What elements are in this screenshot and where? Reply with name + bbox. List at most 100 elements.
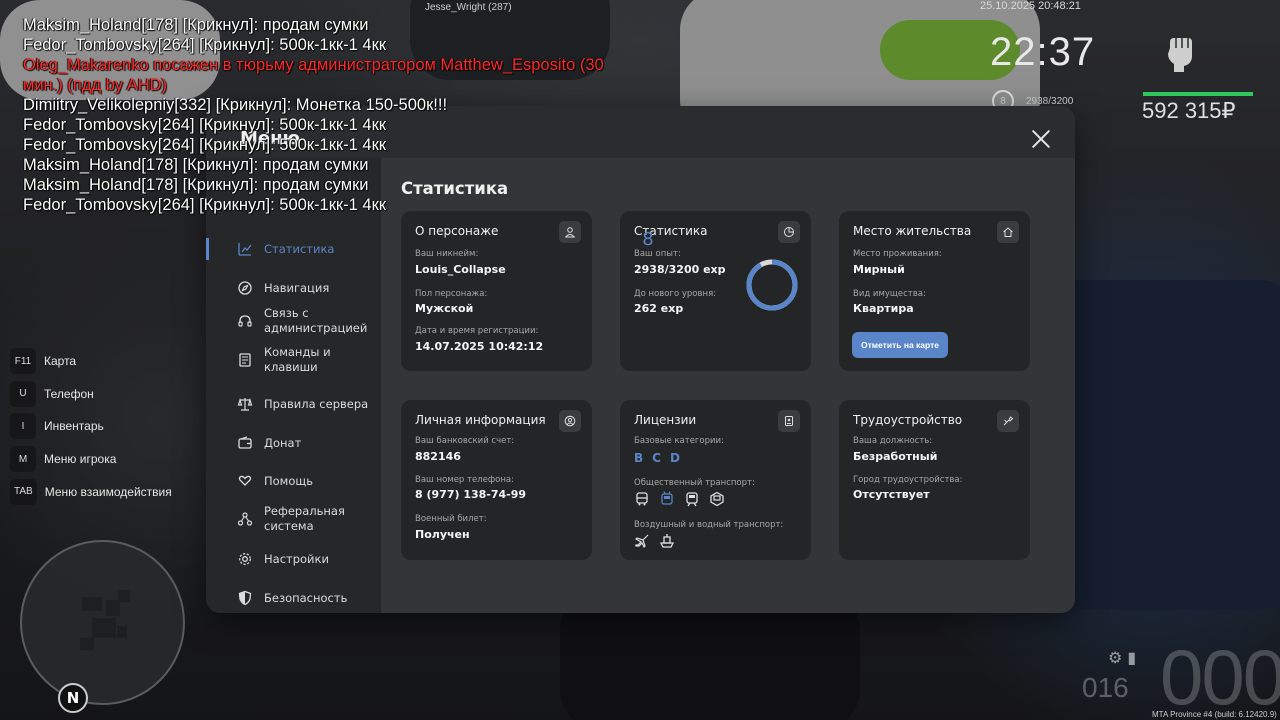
field-label: Место проживания: [853, 249, 942, 259]
property-value: Квартира [853, 302, 914, 315]
close-button[interactable] [1028, 126, 1054, 152]
wallet-icon [236, 434, 254, 452]
field-label: Воздушный и водный транспорт: [634, 520, 784, 530]
military-value: Получен [415, 528, 470, 541]
bank-account-value: 882146 [415, 450, 461, 463]
character-card: О персонаже Ваш никнейм: Louis_Collapse … [401, 211, 592, 371]
keybind-hints: F11 Карта U Телефон I Инвентарь M Меню игрока TA… [10, 345, 172, 508]
field-label: Город трудоустройства: [853, 475, 963, 485]
user-icon [559, 221, 581, 243]
phone-value: 8 (977) 138-74-99 [415, 488, 527, 501]
keybind-row: I Инвентарь [10, 410, 172, 443]
pie-chart-icon [778, 221, 800, 243]
tram-icon [684, 491, 700, 507]
minimap [20, 540, 185, 705]
license-category: D [669, 451, 680, 465]
network-icon [236, 510, 254, 528]
engine-status-icons: ⚙ ▮ [1108, 648, 1137, 667]
health-bar [1143, 92, 1253, 96]
field-label: Общественный транспорт: [634, 478, 755, 488]
scales-icon [236, 395, 254, 413]
field-label: Ваш никнейм: [415, 249, 479, 259]
key-cap: TAB [10, 478, 37, 505]
bus-icon [634, 491, 650, 507]
server-datetime: 25.10.2025 20:48:21 [980, 0, 1081, 12]
home-icon [997, 221, 1019, 243]
card-title: Трудоустройство [853, 413, 963, 427]
sidebar-item[interactable]: Настройки [236, 550, 329, 568]
sidebar-item-label: Команды и клавиши [264, 345, 331, 374]
field-label: Пол персонажа: [415, 289, 488, 299]
map-building [82, 597, 102, 611]
chat-message: Fedor_Tombovsky[264] [Крикнул]: 500к-1кк… [23, 36, 386, 54]
mark-on-map-button[interactable]: Отметить на карте [852, 332, 948, 358]
keybind-label: Инвентарь [44, 419, 104, 434]
key-cap: F11 [10, 348, 36, 375]
map-building [117, 626, 127, 638]
license-categories: BCD [634, 451, 680, 465]
sidebar-item[interactable]: Команды и клавиши [236, 345, 331, 375]
sidebar-item[interactable]: Навигация [236, 279, 329, 297]
sidebar-item[interactable]: Реферальная система [236, 504, 345, 534]
key-cap: M [10, 446, 36, 473]
headset-icon [236, 312, 254, 330]
sidebar-item[interactable]: Статистика [236, 240, 334, 258]
map-building [80, 638, 94, 650]
personal-info-card: Личная информация Ваш банковский счет: 8… [401, 400, 592, 560]
player-nametag: Jesse_Wright (287) [425, 2, 512, 13]
license-category: B [634, 451, 644, 465]
keybind-row: F11 Карта [10, 345, 172, 378]
level-progress-ring [746, 259, 798, 311]
build-info: MTA Province #4 (build: 6.12420.9) [1152, 710, 1277, 719]
field-label: Ваш номер телефона: [415, 475, 514, 485]
chat-message: Fedor_Tombovsky[264] [Крикнул]: 500к-1кк… [23, 136, 386, 154]
sidebar-item[interactable]: Донат [236, 434, 301, 452]
tools-icon [997, 410, 1019, 432]
chat-log: Maksim_Holand[178] [Крикнул]: продам сум… [23, 15, 663, 215]
sidebar-item-label: Реферальная система [264, 504, 345, 533]
stats-card: Статистика Ваш опыт: 2938/3200 exp До но… [620, 211, 811, 371]
game-clock: 22:37 [990, 30, 1096, 74]
field-label: Дата и время регистрации: [415, 326, 539, 336]
airplane-icon [634, 533, 650, 549]
user-circle-icon [559, 410, 581, 432]
next-level-value: 262 exp [634, 302, 684, 315]
keybind-label: Меню взаимодействия [44, 484, 172, 499]
active-tab-indicator [206, 238, 209, 260]
job-city-value: Отсутствует [853, 488, 930, 501]
card-title: Личная информация [415, 413, 546, 427]
licenses-card: Лицензии Базовые категории: BCD Обществе… [620, 400, 811, 560]
keybind-label: Меню игрока [44, 452, 117, 467]
keybind-label: Телефон [44, 386, 94, 401]
chat-message: Fedor_Tombovsky[264] [Крикнул]: 500к-1кк… [23, 196, 386, 214]
sidebar-item[interactable]: Связь с администрацией [236, 306, 367, 336]
chat-message: Dimiitry_Velikolepniy[332] [Крикнул]: Мо… [23, 96, 448, 114]
money-display: 592 315₽ [1142, 98, 1236, 123]
sidebar-item[interactable]: Правила сервера [236, 395, 368, 413]
license-category: C [652, 451, 661, 465]
compass-icon [236, 279, 254, 297]
sidebar-item[interactable]: Помощь [236, 472, 313, 490]
registration-value: 14.07.2025 10:42:12 [415, 340, 544, 353]
sidebar-item-label: Помощь [264, 473, 314, 488]
menu-sidebar: Статистика Навигация Связь с администрацие… [206, 158, 381, 613]
field-label: До нового уровня: [634, 289, 717, 299]
sidebar-item-label: Статистика [264, 241, 335, 256]
sidebar-item[interactable]: Безопасность [236, 589, 347, 607]
place-value: Мирный [853, 263, 905, 276]
shield-icon [236, 589, 254, 607]
north-compass-icon: N [58, 683, 88, 713]
map-building [92, 618, 116, 638]
chat-message: Maksim_Holand[178] [Крикнул]: продам сум… [23, 16, 369, 34]
chart-icon [236, 240, 254, 258]
keybind-row: U Телефон [10, 378, 172, 411]
hud-xp-value: 2938/3200 [1026, 95, 1074, 107]
document-icon [236, 351, 254, 369]
metro-icon [709, 491, 725, 507]
level-number: 8 [642, 228, 654, 250]
chat-message: мин.) (пдд by AHD) [23, 76, 168, 94]
card-title: Лицензии [634, 413, 697, 427]
sidebar-item-label: Навигация [264, 280, 330, 295]
public-transport-icons [634, 491, 725, 507]
key-cap: U [10, 380, 36, 407]
